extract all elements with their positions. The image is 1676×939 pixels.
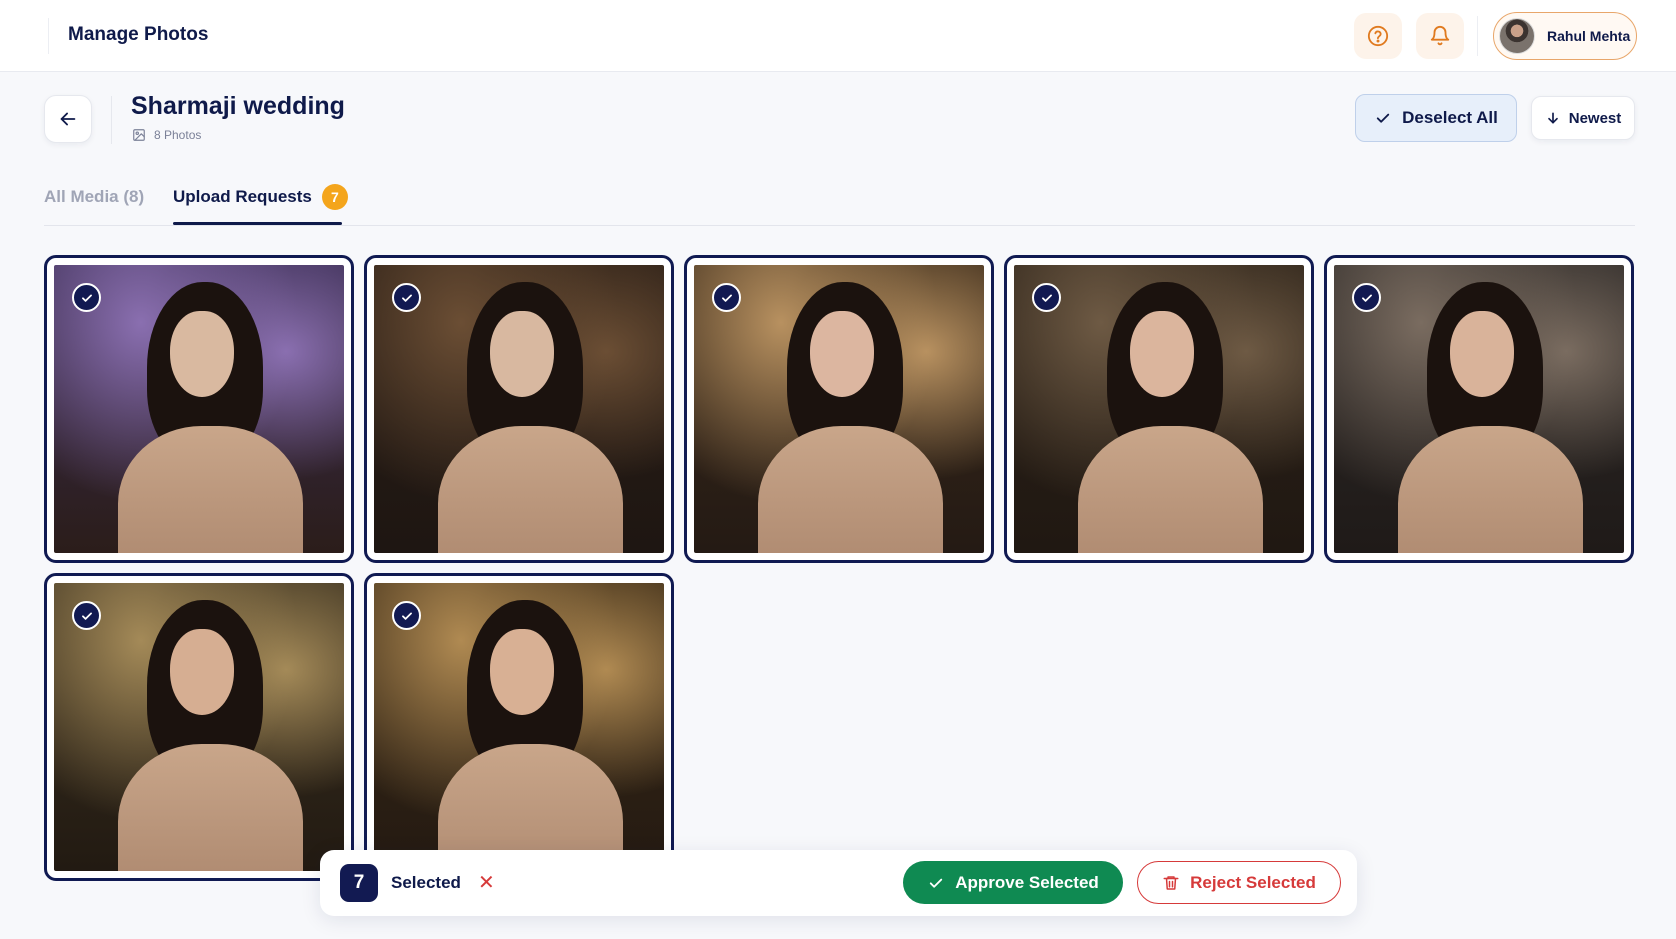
photo-count: 8 Photos xyxy=(154,128,202,142)
help-circle-icon xyxy=(1367,25,1389,47)
user-name: Rahul Mehta xyxy=(1547,28,1631,44)
sort-button[interactable]: Newest xyxy=(1531,96,1635,140)
photo-card[interactable] xyxy=(1324,255,1634,563)
selected-label: Selected xyxy=(391,873,461,892)
photo-thumbnail xyxy=(694,265,984,553)
deselect-all-button[interactable]: Deselect All xyxy=(1355,94,1517,142)
approve-selected-button[interactable]: Approve Selected xyxy=(903,861,1123,904)
check-icon xyxy=(930,878,943,888)
selection-action-bar: 7 Selected ✕ Approve Selected Reject Sel… xyxy=(320,850,1357,916)
back-button[interactable] xyxy=(44,95,92,143)
approve-selected-label: Approve Selected xyxy=(955,872,1099,892)
tabs-divider xyxy=(44,225,1635,226)
photo-subject-face xyxy=(170,629,234,716)
app-title: Manage Photos xyxy=(68,24,209,45)
photo-subject-face xyxy=(1450,311,1514,398)
selected-check-icon[interactable] xyxy=(712,283,741,312)
help-button[interactable] xyxy=(1354,13,1402,59)
album-meta: 8 Photos xyxy=(132,128,201,142)
bell-icon xyxy=(1430,26,1450,46)
photo-card[interactable] xyxy=(44,255,354,563)
photo-card[interactable] xyxy=(44,573,354,881)
avatar xyxy=(1499,18,1535,54)
upload-requests-count-badge: 7 xyxy=(321,184,348,210)
selected-check-icon[interactable] xyxy=(1032,283,1061,312)
selected-check-icon[interactable] xyxy=(392,283,421,312)
notifications-button[interactable] xyxy=(1416,13,1464,59)
photo-subject-dress xyxy=(117,426,304,553)
selected-count: 7 xyxy=(340,864,378,902)
photo-subject-dress xyxy=(437,426,624,553)
reject-selected-label: Reject Selected xyxy=(1190,872,1316,892)
photo-subject-dress xyxy=(1397,426,1584,553)
topbar-divider xyxy=(48,18,49,54)
photo-card[interactable] xyxy=(364,255,674,563)
user-menu[interactable]: Rahul Mehta xyxy=(1493,12,1637,60)
sort-label: Newest xyxy=(1568,109,1622,127)
deselect-all-label: Deselect All xyxy=(1402,108,1498,127)
tab-all-media[interactable]: All Media (8) xyxy=(44,187,144,207)
selected-check-icon[interactable] xyxy=(1352,283,1381,312)
photo-thumbnail xyxy=(374,265,664,553)
photo-subject-dress xyxy=(757,426,944,553)
photo-thumbnail xyxy=(374,583,664,871)
photo-subject-face xyxy=(490,629,554,716)
photo-subject-face xyxy=(490,311,554,398)
clear-selection-button[interactable]: ✕ xyxy=(478,870,495,895)
selected-check-icon[interactable] xyxy=(392,601,421,630)
photo-thumbnail xyxy=(54,265,344,553)
photo-thumbnail xyxy=(1014,265,1304,553)
check-icon xyxy=(1376,113,1390,123)
photo-subject-face xyxy=(810,311,874,398)
header-separator xyxy=(111,96,112,144)
selected-check-icon[interactable] xyxy=(72,283,101,312)
photo-subject-face xyxy=(1130,311,1194,398)
photo-subject-face xyxy=(170,311,234,398)
photo-subject-dress xyxy=(1077,426,1264,553)
photo-card[interactable] xyxy=(1004,255,1314,563)
arrow-left-icon xyxy=(60,112,76,126)
photo-subject-dress xyxy=(117,744,304,871)
photo-card[interactable] xyxy=(684,255,994,563)
image-icon xyxy=(133,129,145,141)
trash-icon xyxy=(1163,875,1179,890)
tab-upload-requests[interactable]: Upload Requests 7 xyxy=(173,184,348,210)
album-title: Sharmaji wedding xyxy=(131,92,345,120)
tab-upload-requests-label: Upload Requests xyxy=(173,187,312,206)
photo-thumbnail xyxy=(1334,265,1624,553)
reject-selected-button[interactable]: Reject Selected xyxy=(1137,861,1341,904)
top-bar: Manage Photos Rahul Mehta xyxy=(0,0,1676,72)
photo-card[interactable] xyxy=(364,573,674,881)
topbar-separator xyxy=(1477,16,1478,56)
selected-check-icon[interactable] xyxy=(72,601,101,630)
photo-thumbnail xyxy=(54,583,344,871)
arrow-down-icon xyxy=(1547,112,1558,124)
